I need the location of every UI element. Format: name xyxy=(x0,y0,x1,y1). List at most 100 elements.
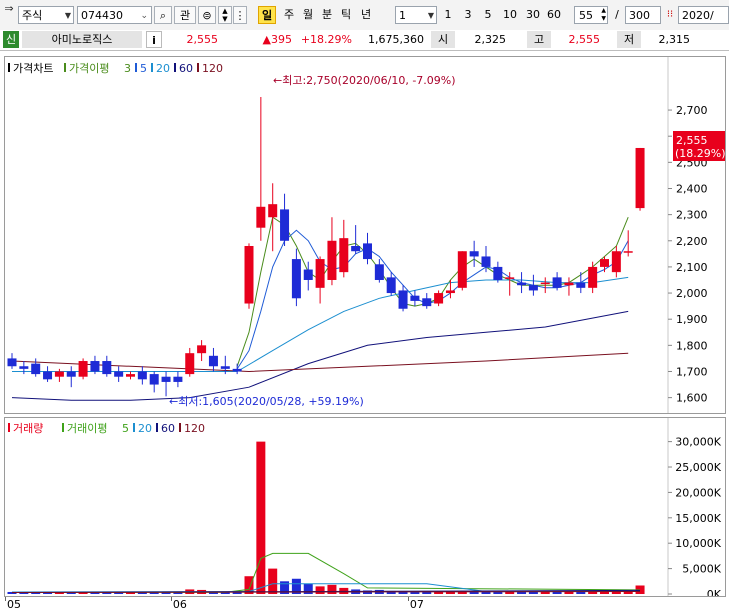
volume-legend-title: 거래량 xyxy=(13,422,43,435)
price-ma-line xyxy=(236,229,629,370)
volume-bar xyxy=(256,441,266,594)
candle-body xyxy=(552,277,562,288)
market-select[interactable]: 주식 ▼ xyxy=(18,6,74,24)
favorite-button[interactable]: ⊜ xyxy=(198,6,216,24)
legend-ma3: 3 xyxy=(124,62,131,75)
low-annotation: ←최저:1,605(2020/05/28, +59.19%) xyxy=(169,395,364,408)
volume-bar xyxy=(315,586,325,594)
candle-body xyxy=(256,206,266,228)
total-count-input[interactable]: 300 xyxy=(625,6,661,24)
legend-ma120-marker xyxy=(197,63,199,72)
period-week-button[interactable]: 주 xyxy=(281,6,297,24)
volume-chart-pane[interactable]: 0K 5,000K 10,000K 15,000K 20,000K 25,000K 30,0… xyxy=(4,417,726,597)
price-chart-pane[interactable]: 1,600 1,700 1,800 1,900 2,000 2,100 2,200 2,300… xyxy=(4,56,726,414)
volume-legend: 거래량 거래이평 5 20 60 120 xyxy=(8,422,205,435)
legend-ma120: 120 xyxy=(202,62,223,75)
candle-body xyxy=(137,371,147,380)
quote-info-bar: 신 아미노로직스 i 2,555 ▲395 +18.29% 1,675,360 … xyxy=(0,30,729,51)
candle-body xyxy=(126,374,135,377)
price-tick-label: 2,700 xyxy=(676,104,708,117)
candle-body xyxy=(303,269,313,280)
arrow-up-icon: ▲ xyxy=(222,7,228,15)
info-icon[interactable]: i xyxy=(146,31,162,48)
stepper-button[interactable]: ▲ ▼ xyxy=(218,6,232,24)
volume-bar xyxy=(540,591,550,594)
candle-body xyxy=(481,256,491,267)
volume-bar xyxy=(517,591,527,594)
candle-body xyxy=(505,277,515,279)
period-tick-button[interactable]: 틱 xyxy=(338,6,354,24)
candle-body xyxy=(220,366,230,369)
candle-body xyxy=(280,209,290,241)
count-input[interactable]: 55 ▲ ▼ xyxy=(574,6,608,24)
period-year-button[interactable]: 년 xyxy=(358,6,374,24)
volume-tick-label: 0K xyxy=(707,588,722,596)
price-tick-label: 1,900 xyxy=(676,313,708,326)
period-day-button[interactable]: 일 xyxy=(258,6,276,24)
more-options-button[interactable]: ⋮ xyxy=(233,6,247,24)
interval-1-button[interactable]: 1 xyxy=(441,6,455,24)
price-legend-title: 가격차트 xyxy=(13,62,53,75)
candle-body xyxy=(386,277,396,294)
candle-body xyxy=(43,371,53,380)
volume-tick-label: 20,000K xyxy=(675,486,721,499)
date-input-value: 2020/ xyxy=(682,9,714,22)
interval-30-button[interactable]: 30 xyxy=(524,6,542,24)
interval-3-button[interactable]: 3 xyxy=(461,6,475,24)
chevron-down-icon: ⌄ xyxy=(140,11,148,21)
stock-code-input[interactable]: 074430 ⌄ xyxy=(77,6,152,24)
candle-body xyxy=(363,243,372,260)
candle-body xyxy=(611,251,621,273)
candle-body xyxy=(635,147,645,209)
interval-5-button[interactable]: 5 xyxy=(481,6,495,24)
legend-ma60-marker xyxy=(174,63,176,72)
date-input[interactable]: 2020/ xyxy=(678,6,729,24)
candle-body xyxy=(268,204,278,218)
candle-body xyxy=(457,251,467,288)
volume-axis-ticks: 0K 5,000K 10,000K 15,000K 20,000K 25,000K 30,0… xyxy=(668,436,722,596)
count-separator: / xyxy=(615,8,619,21)
volume-tick-label: 30,000K xyxy=(675,436,721,449)
interval-10-button[interactable]: 10 xyxy=(501,6,519,24)
legend-ma20-marker xyxy=(151,63,153,72)
market-select-value: 주식 xyxy=(22,9,43,22)
period-month-button[interactable]: 월 xyxy=(300,6,316,24)
dotted-divider-icon: ⋮ xyxy=(234,9,246,22)
candle-body xyxy=(410,295,420,301)
candle-body xyxy=(114,371,124,377)
low-label: 저 xyxy=(617,31,641,48)
current-price: 2,555 xyxy=(186,33,219,46)
candle-body xyxy=(185,353,195,375)
date-tick-mark xyxy=(170,597,172,601)
dotted-close-icon[interactable]: ⁝⁝ xyxy=(664,6,676,24)
price-change: ▲395 xyxy=(262,33,292,46)
legend-vma120-marker xyxy=(179,423,181,432)
current-price-tag-pct: (18.29%) xyxy=(675,147,725,160)
date-tick-label: 07 xyxy=(409,598,424,611)
chart-toolbar: ⇒ 주식 ▼ 074430 ⌄ ⌕ 관 ⊜ ▲ ▼ ⋮ 일 주 월 분 틱 년 … xyxy=(0,0,729,31)
legend-volume-marker xyxy=(8,423,10,432)
trade-volume: 1,675,360 xyxy=(368,33,424,46)
price-tick-label: 2,100 xyxy=(676,261,708,274)
price-tick-label: 1,600 xyxy=(676,392,708,405)
candle-body xyxy=(208,355,218,367)
candle-body xyxy=(600,259,609,267)
watchlist-button[interactable]: 관 xyxy=(174,6,196,24)
stamp-icon: ⊜ xyxy=(202,9,212,22)
candle-body xyxy=(7,358,17,367)
legend-vma60-marker xyxy=(156,423,158,432)
candle-body xyxy=(623,251,633,253)
price-chart: 1,600 1,700 1,800 1,900 2,000 2,100 2,200 2,300… xyxy=(7,57,725,413)
stock-name: 아미노로직스 xyxy=(22,31,142,48)
period-minute-button[interactable]: 분 xyxy=(319,6,335,24)
panel-toggle-icon[interactable]: ⇒ xyxy=(2,0,16,18)
date-axis: 05 06 07 xyxy=(0,597,729,611)
arrow-down-icon: ▼ xyxy=(222,15,228,23)
interval-select[interactable]: 1 ▼ xyxy=(395,6,437,24)
candlesticks xyxy=(7,96,645,397)
volume-bar xyxy=(327,584,337,594)
search-button[interactable]: ⌕ xyxy=(154,6,172,24)
volume-tick-label: 5,000K xyxy=(682,563,721,576)
interval-60-button[interactable]: 60 xyxy=(545,6,563,24)
search-icon: ⌕ xyxy=(159,9,167,22)
